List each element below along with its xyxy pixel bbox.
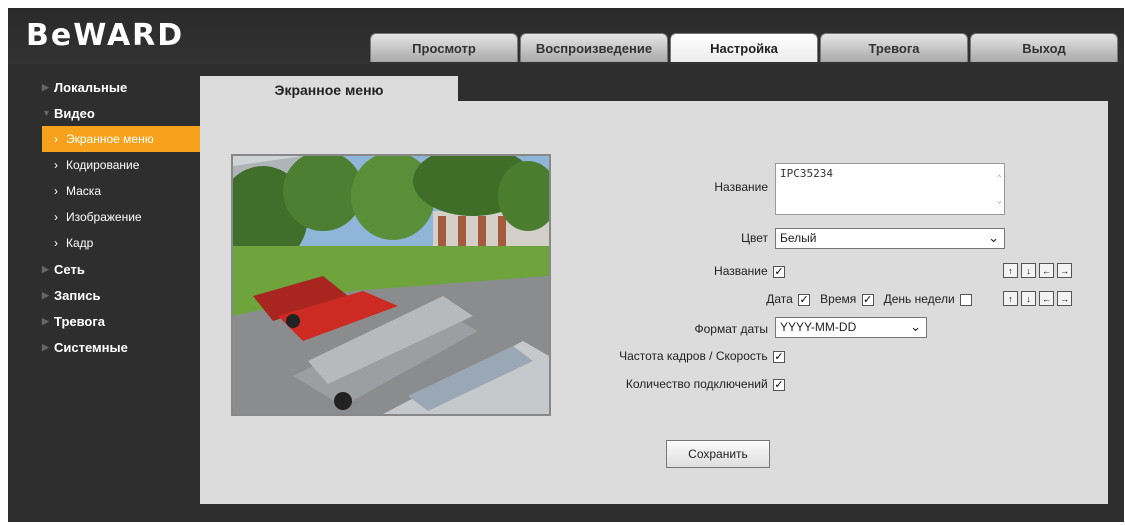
date-row: Дата ✓ Время ✓ День недели <box>600 292 972 306</box>
name-field[interactable]: IPC35234 ⌃ ⌄ <box>775 163 1005 215</box>
chevron-right-icon: › <box>54 184 58 198</box>
logo: BeWARD <box>26 18 185 53</box>
tab-settings[interactable]: Настройка <box>670 33 818 62</box>
sidebar-item-local[interactable]: ▶ Локальные <box>8 74 200 100</box>
triangle-right-icon: ▶ <box>42 289 49 300</box>
app-frame: BeWARD Просмотр Воспроизведение Настройк… <box>8 8 1124 522</box>
sidebar-item-label: Маска <box>66 184 101 198</box>
triangle-down-icon: ▼ <box>42 108 51 118</box>
connections-checkbox[interactable]: ✓ <box>773 378 785 391</box>
sidebar-item-label: Системные <box>54 339 128 355</box>
color-select[interactable]: Белый ⌄ <box>775 228 1005 249</box>
save-button[interactable]: Сохранить <box>666 440 770 468</box>
sidebar-item-label: Видео <box>54 105 95 121</box>
sidebar-item-label: Тревога <box>54 313 106 329</box>
sidebar-item-alarm[interactable]: ▶ Тревога <box>8 308 200 334</box>
time-checkbox[interactable]: ✓ <box>861 293 874 306</box>
sidebar-item-label: Запись <box>54 287 101 303</box>
sidebar-item-system[interactable]: ▶ Системные <box>8 334 200 360</box>
sidebar-item-record[interactable]: ▶ Запись <box>8 282 200 308</box>
arrow-up-icon[interactable]: ↑ <box>1003 291 1018 306</box>
time-label: Время <box>820 292 857 306</box>
arrow-left-icon[interactable]: ← <box>1039 263 1054 278</box>
triangle-right-icon: ▶ <box>42 263 49 274</box>
name-field-value: IPC35234 <box>780 167 833 180</box>
sidebar-item-label: Кадр <box>66 236 94 250</box>
content-tab-osd[interactable]: Экранное меню <box>200 76 458 103</box>
sidebar-item-network[interactable]: ▶ Сеть <box>8 256 200 282</box>
weekday-label: День недели <box>883 292 955 306</box>
fps-row: Частота кадров / Скорость ✓ <box>580 349 785 363</box>
header: BeWARD Просмотр Воспроизведение Настройк… <box>8 8 1124 64</box>
fps-label: Частота кадров / Скорость <box>619 349 768 363</box>
main-tabs: Просмотр Воспроизведение Настройка Трево… <box>370 33 1120 62</box>
chevron-right-icon: › <box>54 158 58 172</box>
settings-panel: Название IPC35234 ⌃ ⌄ Цвет Белый ⌄ Назван… <box>200 101 1108 504</box>
sidebar: ▶ Локальные ▼ Видео › Экранное меню › Ко… <box>8 74 200 360</box>
textarea-scrollbar[interactable]: ⌃ ⌄ <box>997 168 1002 212</box>
weekday-checkbox[interactable] <box>960 293 972 306</box>
date-checkbox[interactable]: ✓ <box>798 293 811 306</box>
chevron-down-icon: ⌄ <box>910 319 921 334</box>
arrow-up-icon[interactable]: ↑ <box>1003 263 1018 278</box>
tab-playback[interactable]: Воспроизведение <box>520 33 668 62</box>
date-format-value: YYYY-MM-DD <box>780 320 857 334</box>
sidebar-subitem-osd[interactable]: › Экранное меню <box>42 126 200 152</box>
date-format-label: Формат даты <box>694 322 769 336</box>
chevron-right-icon: › <box>54 132 58 146</box>
sidebar-subitem-encoding[interactable]: › Кодирование <box>8 152 200 178</box>
color-label: Цвет <box>741 231 768 245</box>
date-format-select[interactable]: YYYY-MM-DD ⌄ <box>775 317 927 338</box>
arrow-down-icon[interactable]: ↓ <box>1021 291 1036 306</box>
arrow-down-icon[interactable]: ↓ <box>1021 263 1036 278</box>
sidebar-item-video[interactable]: ▼ Видео <box>8 100 200 126</box>
date-label: Дата <box>766 292 793 306</box>
arrow-left-icon[interactable]: ← <box>1039 291 1054 306</box>
sidebar-item-label: Локальные <box>54 79 128 95</box>
triangle-right-icon: ▶ <box>42 341 49 352</box>
color-select-value: Белый <box>780 231 817 245</box>
triangle-right-icon: ▶ <box>42 81 49 92</box>
name-label: Название <box>714 180 768 194</box>
sidebar-subitem-image[interactable]: › Изображение <box>8 204 200 230</box>
tab-view[interactable]: Просмотр <box>370 33 518 62</box>
tab-exit[interactable]: Выход <box>970 33 1118 62</box>
name-position-arrows: ↑ ↓ ← → <box>1003 263 1075 278</box>
fps-checkbox[interactable]: ✓ <box>773 350 785 363</box>
date-position-arrows: ↑ ↓ ← → <box>1003 291 1075 306</box>
camera-preview-image <box>233 156 549 414</box>
sidebar-item-label: Экранное меню <box>66 132 154 146</box>
camera-preview <box>231 154 551 416</box>
arrow-right-icon[interactable]: → <box>1057 291 1072 306</box>
show-name-label: Название <box>714 264 768 278</box>
tab-alarm[interactable]: Тревога <box>820 33 968 62</box>
arrow-right-icon[interactable]: → <box>1057 263 1072 278</box>
sidebar-item-label: Изображение <box>66 210 142 224</box>
show-name-row: Название ✓ <box>600 264 785 278</box>
sidebar-item-label: Сеть <box>54 261 85 277</box>
chevron-right-icon: › <box>54 236 58 250</box>
show-name-checkbox[interactable]: ✓ <box>773 265 785 278</box>
connections-label: Количество подключений <box>625 377 768 391</box>
sidebar-subitem-frame[interactable]: › Кадр <box>8 230 200 256</box>
sidebar-item-label: Кодирование <box>66 158 140 172</box>
sidebar-subitem-mask[interactable]: › Маска <box>8 178 200 204</box>
triangle-right-icon: ▶ <box>42 315 49 326</box>
chevron-right-icon: › <box>54 210 58 224</box>
connections-row: Количество подключений ✓ <box>580 377 785 391</box>
chevron-down-icon: ⌄ <box>988 230 999 245</box>
